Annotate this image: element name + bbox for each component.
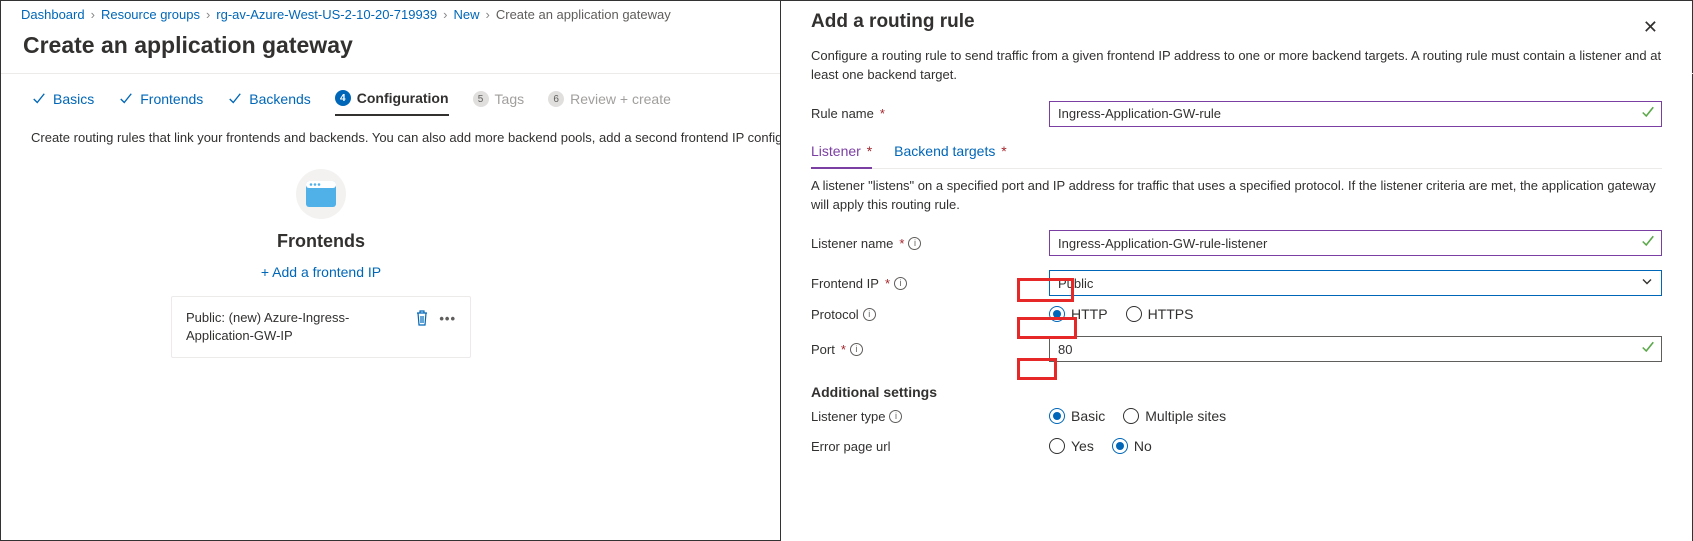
error-page-no-radio[interactable]: No [1112,438,1152,454]
frontends-icon [296,169,346,219]
tab-basics[interactable]: Basics [31,91,94,115]
listener-name-label: Listener name* i [811,236,1049,251]
listener-type-label: Listener type i [811,409,1049,424]
info-icon[interactable]: i [889,410,902,423]
frontends-column: Frontends + Add a frontend IP Public: (n… [151,169,491,362]
listener-type-multiple-radio[interactable]: Multiple sites [1123,408,1226,424]
tab-frontends[interactable]: Frontends [118,91,203,115]
check-icon [1641,105,1655,122]
rule-name-label: Rule name* [811,106,1049,121]
listener-description: A listener "listens" on a specified port… [811,173,1662,225]
check-icon [118,91,134,107]
tab-listener[interactable]: Listener * [811,137,872,169]
frontend-ip-label: Frontend IP* i [811,276,1049,291]
tab-review[interactable]: 6 Review + create [548,91,671,115]
close-icon[interactable]: ✕ [1639,15,1662,40]
panel-title: Add a routing rule [811,11,975,43]
listener-type-basic-radio[interactable]: Basic [1049,408,1105,424]
panel-inner-tabs: Listener * Backend targets * [811,137,1662,169]
tab-label: Tags [495,91,525,107]
step-number: 4 [335,90,351,106]
check-icon [31,91,47,107]
breadcrumb-item[interactable]: New [454,7,480,22]
chevron-right-icon: › [206,7,210,22]
frontends-heading: Frontends [277,231,365,252]
protocol-http-radio[interactable]: HTTP [1049,306,1108,322]
frontend-ip-text: Public: (new) Azure-Ingress-Application-… [186,309,396,345]
info-icon[interactable]: i [894,277,907,290]
frontend-ip-card: Public: (new) Azure-Ingress-Application-… [171,296,471,358]
chevron-down-icon [1641,276,1653,291]
info-icon[interactable]: i [863,308,876,321]
tab-label: Frontends [140,91,203,107]
more-icon[interactable]: ••• [439,311,456,326]
protocol-label: Protocol i [811,307,1049,322]
chevron-right-icon: › [91,7,95,22]
check-icon [1641,235,1655,252]
tab-label: Backends [249,91,310,107]
breadcrumb-item[interactable]: Resource groups [101,7,200,22]
chevron-right-icon: › [486,7,490,22]
step-number: 5 [473,91,489,107]
listener-name-input[interactable]: Ingress-Application-GW-rule-listener [1049,230,1662,256]
add-routing-rule-panel: Add a routing rule ✕ Configure a routing… [780,1,1692,541]
info-icon[interactable]: i [908,237,921,250]
delete-icon[interactable] [413,309,431,327]
chevron-right-icon: › [443,7,447,22]
tab-label: Configuration [357,90,449,106]
breadcrumb-item[interactable]: Dashboard [21,7,85,22]
protocol-https-radio[interactable]: HTTPS [1126,306,1194,322]
rule-name-input[interactable]: Ingress-Application-GW-rule [1049,101,1662,127]
port-label: Port* i [811,342,1049,357]
add-frontend-ip-button[interactable]: + Add a frontend IP [257,262,385,282]
breadcrumb-item[interactable]: rg-av-Azure-West-US-2-10-20-719939 [216,7,437,22]
tab-label: Review + create [570,91,671,107]
error-page-yes-radio[interactable]: Yes [1049,438,1094,454]
tab-label: Basics [53,91,94,107]
port-input[interactable]: 80 [1049,336,1662,362]
error-page-url-label: Error page url [811,439,1049,454]
additional-settings-heading: Additional settings [811,384,1662,400]
info-icon[interactable]: i [850,343,863,356]
check-icon [227,91,243,107]
panel-description: Configure a routing rule to send traffic… [811,43,1662,95]
frontend-ip-select[interactable]: Public [1049,270,1662,296]
tab-tags[interactable]: 5 Tags [473,91,525,115]
check-icon [1641,341,1655,358]
tab-backend-targets[interactable]: Backend targets * [894,137,1007,168]
tab-configuration[interactable]: 4 Configuration [335,90,449,116]
step-number: 6 [548,91,564,107]
tab-backends[interactable]: Backends [227,91,310,115]
breadcrumb-item-current: Create an application gateway [496,7,671,22]
